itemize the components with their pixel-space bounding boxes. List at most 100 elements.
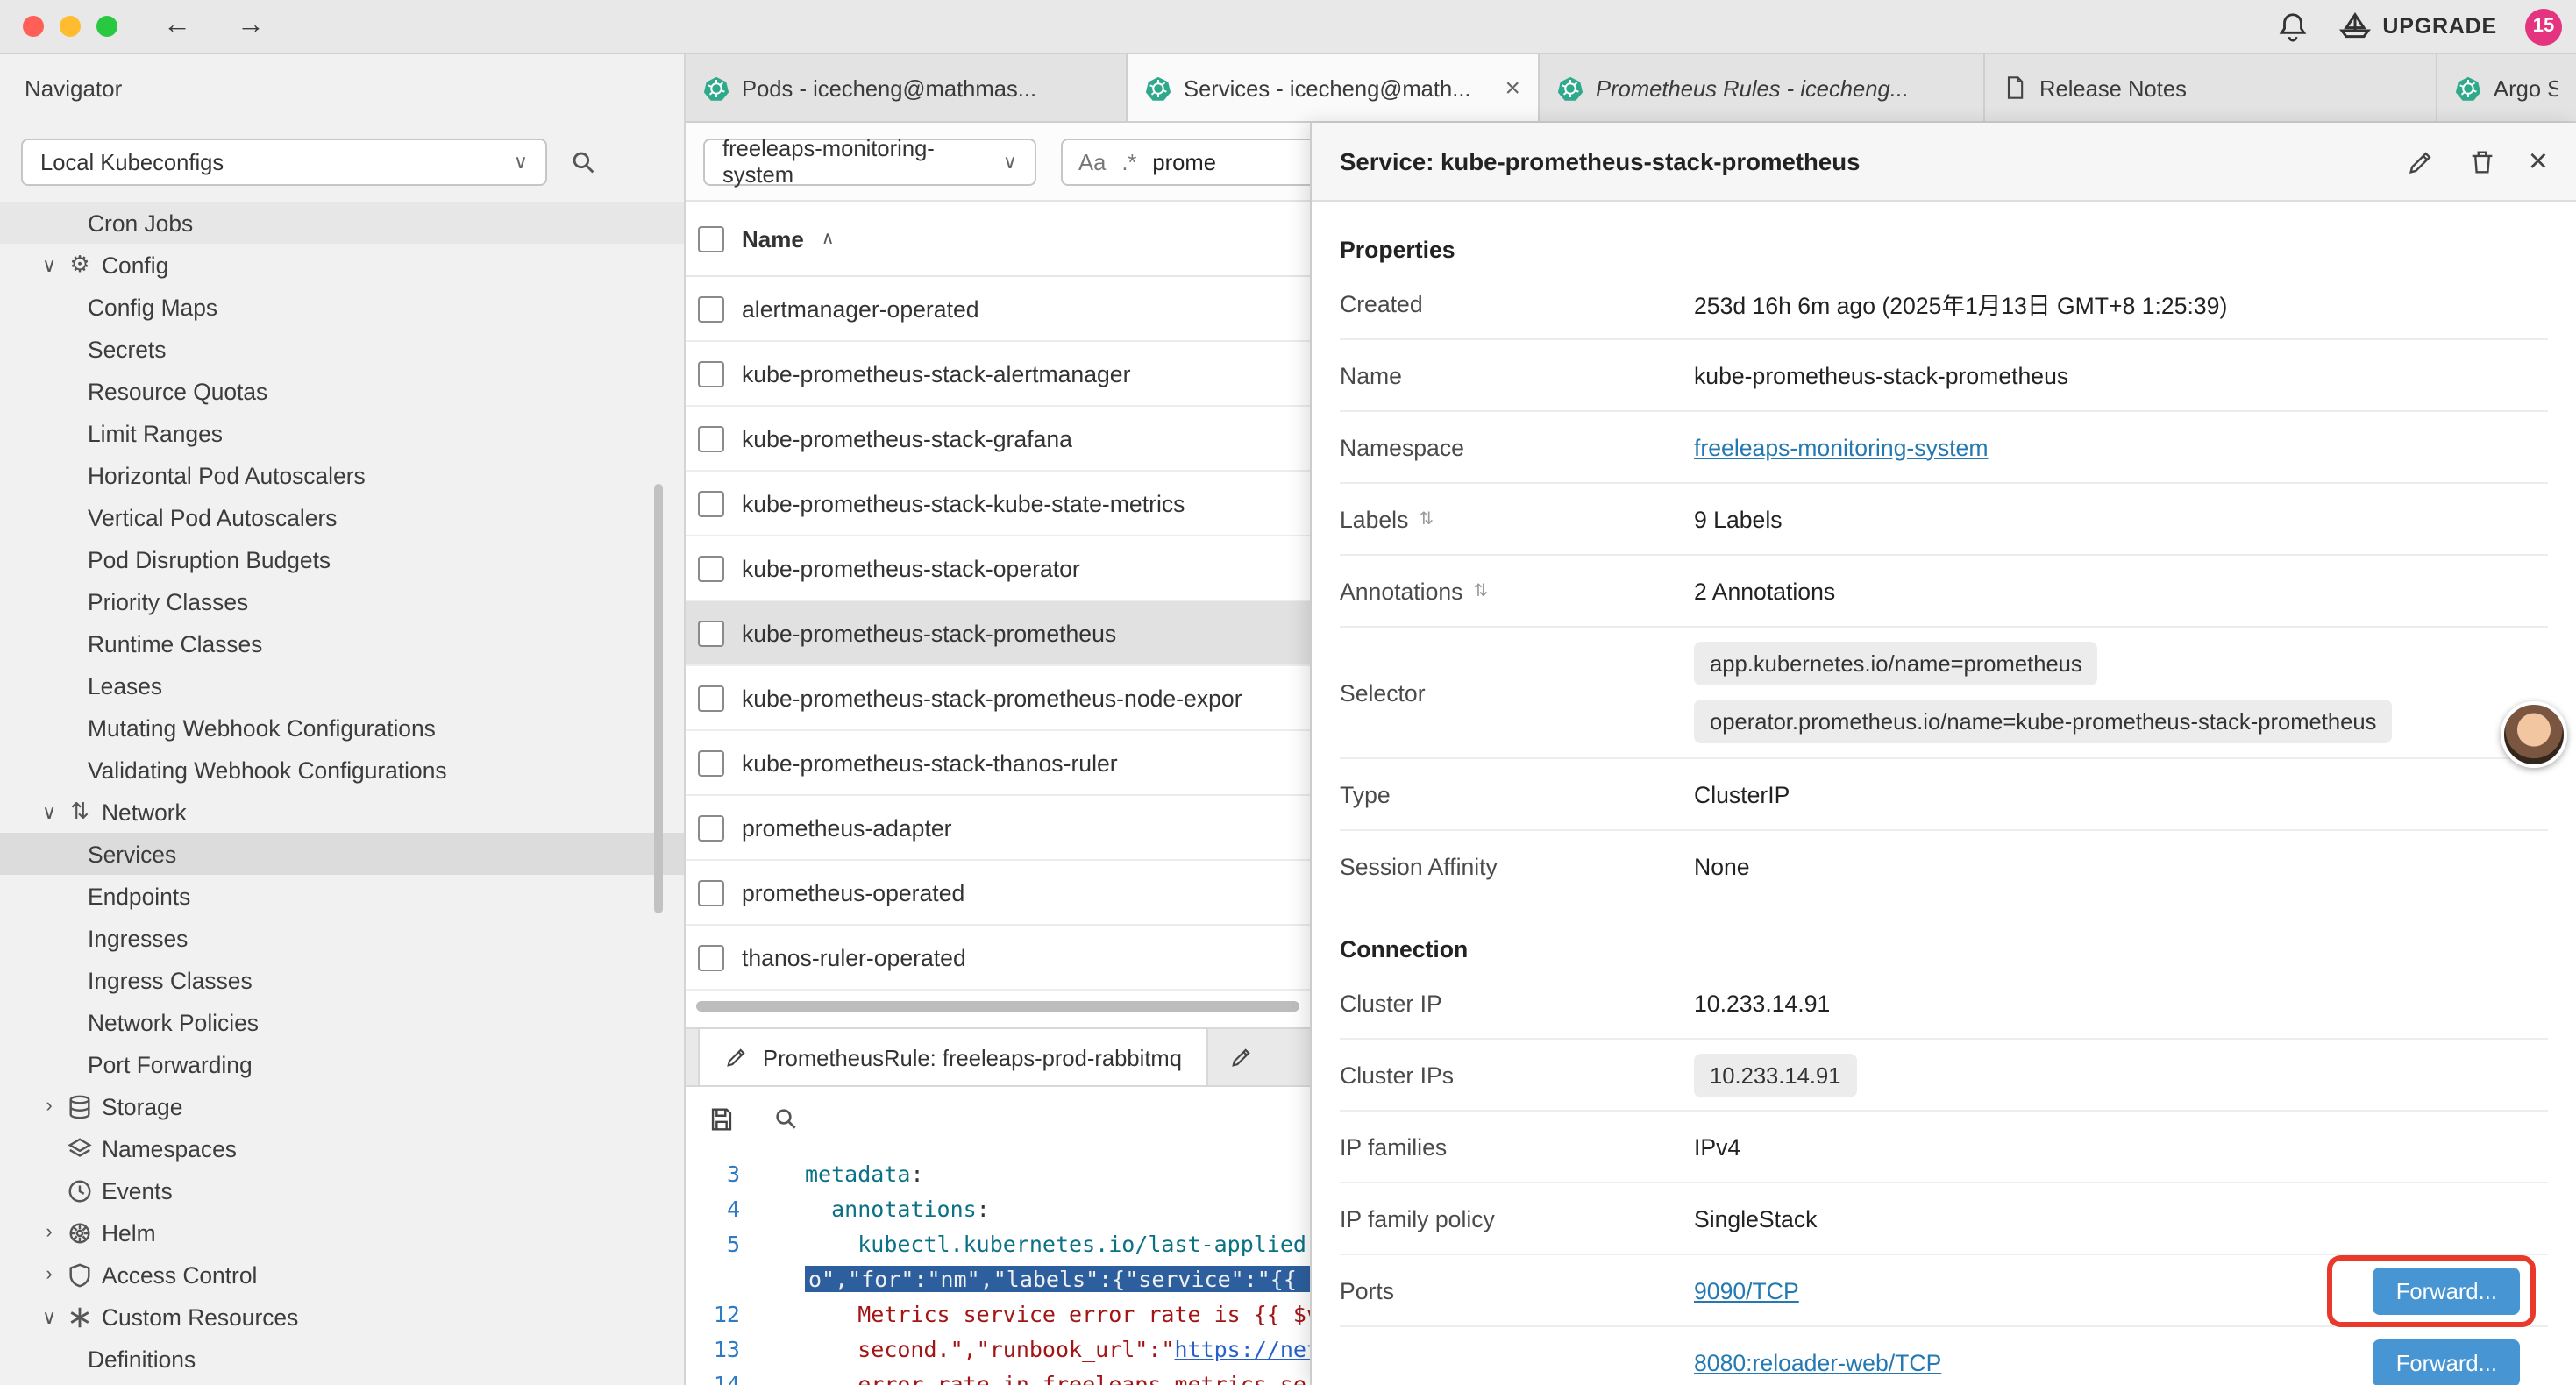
forward-button[interactable]: Forward...: [2373, 1267, 2520, 1314]
row-checkbox[interactable]: [698, 425, 724, 451]
kubernetes-cluster-icon: [2455, 75, 2481, 101]
edit-icon[interactable]: [2406, 146, 2436, 176]
sidebar-item-definitions[interactable]: Definitions: [0, 1338, 684, 1380]
titlebar: ← → UPGRADE 15: [0, 0, 2576, 54]
tab-label: Pods - icecheng@mathmas...: [742, 75, 1036, 101]
chevron-right-icon[interactable]: ›: [35, 1264, 63, 1285]
user-avatar[interactable]: [2501, 701, 2567, 768]
row-checkbox[interactable]: [698, 295, 724, 322]
sidebar-item-helm[interactable]: › Helm: [0, 1211, 684, 1254]
navigator-header: Navigator: [0, 54, 686, 123]
kubernetes-cluster-icon: [1145, 75, 1171, 101]
sidebar-item-mutating-webhook-configurations[interactable]: Mutating Webhook Configurations: [0, 707, 684, 749]
drawer-row-ip-families: IP families IPv4: [1340, 1112, 2548, 1183]
pencil-icon[interactable]: [1229, 1029, 1254, 1085]
horizontal-scrollbar[interactable]: [696, 1001, 1299, 1012]
sidebar-item-resource-quotas[interactable]: Resource Quotas: [0, 370, 684, 412]
upgrade-button[interactable]: UPGRADE: [2337, 9, 2497, 44]
notifications-bell-icon[interactable]: [2275, 10, 2309, 43]
sidebar-item-pod-disruption-budgets[interactable]: Pod Disruption Budgets: [0, 538, 684, 580]
window-zoom-button[interactable]: [96, 16, 117, 37]
namespace-link[interactable]: freeleaps-monitoring-system: [1694, 434, 1989, 460]
service-details-drawer: Service: kube-prometheus-stack-prometheu…: [1310, 123, 2576, 1385]
select-all-checkbox[interactable]: [698, 225, 724, 252]
tab-services[interactable]: Services - icecheng@math... ×: [1128, 54, 1540, 123]
sidebar-item-cron-jobs[interactable]: Cron Jobs: [0, 202, 684, 244]
row-checkbox[interactable]: [698, 749, 724, 776]
sidebar-item-validating-webhook-configurations[interactable]: Validating Webhook Configurations: [0, 749, 684, 791]
sidebar-item-storage[interactable]: › Storage: [0, 1085, 684, 1127]
dock-tab-prometheusrule[interactable]: PrometheusRule: freeleaps-prod-rabbitmq: [698, 1029, 1208, 1085]
sidebar-item-services[interactable]: Services: [0, 833, 684, 875]
chevron-down-icon[interactable]: ∨: [35, 253, 63, 276]
expand-sort-icon[interactable]: ⇅: [1473, 581, 1488, 600]
expand-sort-icon[interactable]: ⇅: [1419, 509, 1434, 529]
row-checkbox[interactable]: [698, 879, 724, 906]
row-checkbox[interactable]: [698, 685, 724, 711]
shield-icon: [63, 1261, 96, 1288]
sidebar-scrollbar[interactable]: [654, 484, 663, 913]
drawer-row-annotations: Annotations⇅ 2 Annotations: [1340, 556, 2548, 628]
selector-badge: operator.prometheus.io/name=kube-prometh…: [1694, 700, 2392, 743]
row-checkbox[interactable]: [698, 944, 724, 970]
back-button[interactable]: ←: [163, 12, 191, 40]
sidebar-item-port-forwarding[interactable]: Port Forwarding: [0, 1043, 684, 1085]
forward-button[interactable]: →: [237, 12, 265, 40]
sidebar-item-config[interactable]: ∨ ⚙ Config: [0, 244, 684, 286]
port-link[interactable]: 9090/TCP: [1694, 1277, 1799, 1303]
drawer-row-type: Type ClusterIP: [1340, 759, 2548, 831]
row-checkbox[interactable]: [698, 360, 724, 387]
window-close-button[interactable]: [23, 16, 44, 37]
cluster-ip-badge: 10.233.14.91: [1694, 1053, 1856, 1097]
search-icon[interactable]: [772, 1104, 800, 1133]
sidebar-item-events[interactable]: Events: [0, 1169, 684, 1211]
chevron-right-icon[interactable]: ›: [35, 1222, 63, 1243]
tab-release-notes[interactable]: Release Notes: [1985, 54, 2437, 121]
row-checkbox[interactable]: [698, 620, 724, 646]
match-case-toggle[interactable]: Aa: [1078, 148, 1106, 174]
tab-close-icon[interactable]: ×: [1494, 73, 1520, 103]
sidebar-item-priority-classes[interactable]: Priority Classes: [0, 580, 684, 622]
kubeconfig-selector[interactable]: Local Kubeconfigs ∨: [21, 138, 547, 186]
sidebar-item-runtime-classes[interactable]: Runtime Classes: [0, 622, 684, 664]
column-header-name[interactable]: Name: [742, 225, 804, 252]
sidebar-item-secrets[interactable]: Secrets: [0, 328, 684, 370]
search-icon[interactable]: [568, 147, 598, 177]
row-checkbox[interactable]: [698, 490, 724, 516]
tab-label: Release Notes: [2039, 75, 2187, 101]
delete-icon[interactable]: [2467, 146, 2497, 176]
sidebar-item-endpoints[interactable]: Endpoints: [0, 875, 684, 917]
network-updown-icon: ⇅: [63, 798, 96, 826]
row-checkbox[interactable]: [698, 814, 724, 841]
close-icon[interactable]: ×: [2529, 145, 2548, 178]
sidebar-item-network[interactable]: ∨ ⇅ Network: [0, 791, 684, 833]
sidebar-item-limit-ranges[interactable]: Limit Ranges: [0, 412, 684, 454]
sidebar-item-access-control[interactable]: › Access Control: [0, 1254, 684, 1296]
sidebar-item-config-maps[interactable]: Config Maps: [0, 286, 684, 328]
regex-toggle[interactable]: .*: [1121, 148, 1136, 174]
sidebar-item-custom-resources[interactable]: ∨ Custom Resources: [0, 1296, 684, 1338]
chevron-right-icon[interactable]: ›: [35, 1096, 63, 1117]
drawer-row-session-affinity: Session Affinity None: [1340, 831, 2548, 901]
window-minimize-button[interactable]: [60, 16, 81, 37]
namespace-filter-select[interactable]: freeleaps-monitoring-system ∨: [703, 138, 1036, 185]
tab-argo[interactable]: Argo S: [2437, 54, 2576, 121]
tab-pods[interactable]: Pods - icecheng@mathmas...: [686, 54, 1128, 121]
tab-prometheus-rules[interactable]: Prometheus Rules - icecheng...: [1540, 54, 1985, 121]
save-icon[interactable]: [707, 1104, 737, 1133]
sidebar-item-ingress-classes[interactable]: Ingress Classes: [0, 959, 684, 1001]
sidebar-item-namespaces[interactable]: Namespaces: [0, 1127, 684, 1169]
forward-button[interactable]: Forward...: [2373, 1339, 2520, 1385]
sidebar-item-leases[interactable]: Leases: [0, 664, 684, 707]
sidebar-item-ingresses[interactable]: Ingresses: [0, 917, 684, 959]
notification-count-badge[interactable]: 15: [2525, 8, 2562, 45]
sidebar-item-vertical-pod-autoscalers[interactable]: Vertical Pod Autoscalers: [0, 496, 684, 538]
chevron-down-icon[interactable]: ∨: [35, 800, 63, 823]
chevron-down-icon: ∨: [1003, 150, 1017, 173]
sidebar-item-horizontal-pod-autoscalers[interactable]: Horizontal Pod Autoscalers: [0, 454, 684, 496]
port-link[interactable]: 8080:reloader-web/TCP: [1694, 1349, 1941, 1375]
row-checkbox[interactable]: [698, 555, 724, 581]
chevron-down-icon[interactable]: ∨: [35, 1305, 63, 1328]
ship-icon: [2337, 9, 2372, 44]
sidebar-item-network-policies[interactable]: Network Policies: [0, 1001, 684, 1043]
